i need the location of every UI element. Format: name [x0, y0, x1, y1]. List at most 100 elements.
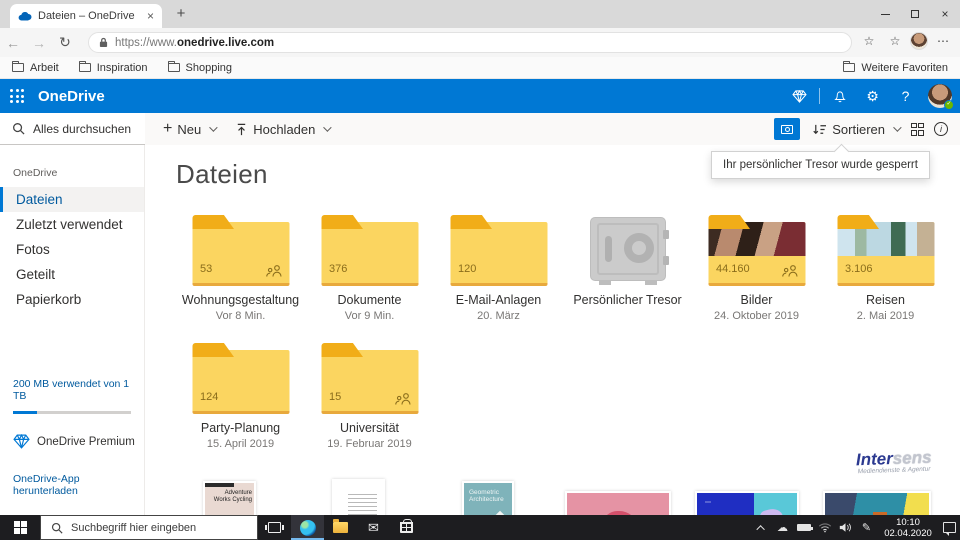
- add-favorite-star-icon[interactable]: ☆: [858, 34, 880, 48]
- mail-button[interactable]: ✉: [357, 515, 390, 540]
- clock-date: 02.04.2020: [884, 527, 932, 539]
- chevron-down-icon: [209, 123, 218, 132]
- sidebar-item-geteilt[interactable]: Geteilt: [0, 262, 144, 287]
- onedrive-app-title[interactable]: OneDrive: [38, 88, 105, 105]
- folder-icon: 124: [192, 343, 289, 414]
- file-thumbnail[interactable]: [695, 491, 799, 515]
- chevron-down-icon: [893, 123, 902, 132]
- personal-vault-button[interactable]: [774, 118, 801, 140]
- minimize-button[interactable]: [870, 0, 900, 28]
- app-launcher-icon[interactable]: [0, 79, 34, 113]
- new-button[interactable]: + Neu: [153, 113, 225, 145]
- folder-date: Vor 9 Min.: [344, 310, 395, 322]
- favorite-item[interactable]: Inspiration: [78, 61, 148, 74]
- folder-icon: 44.160: [708, 215, 805, 286]
- favorites-hub-icon[interactable]: ☆: [884, 34, 906, 48]
- upload-button[interactable]: Hochladen: [225, 113, 339, 145]
- help-icon[interactable]: ?: [889, 79, 922, 113]
- tray-chevron-up-icon[interactable]: [751, 524, 772, 534]
- sidebar-item-dateien[interactable]: Dateien: [0, 187, 144, 212]
- folder-tile[interactable]: 15 Universität 19. Februar 2019: [305, 337, 434, 461]
- file-thumbnail[interactable]: Geometric Architecture: [462, 481, 514, 515]
- store-button[interactable]: [390, 515, 423, 540]
- folder-item-count: 15: [329, 391, 342, 403]
- folder-icon: [167, 61, 180, 72]
- more-favorites-button[interactable]: Weitere Favoriten: [843, 61, 948, 74]
- system-tray: ☁ ✎ 10:10 02.04.2020: [751, 515, 960, 540]
- file-thumbnail[interactable]: [823, 491, 931, 515]
- close-button[interactable]: ×: [930, 0, 960, 28]
- file-explorer-icon: [333, 519, 348, 533]
- favorite-item[interactable]: Arbeit: [12, 61, 59, 74]
- favorites-items: Arbeit Inspiration Shopping: [12, 61, 232, 74]
- taskbar-clock[interactable]: 10:10 02.04.2020: [877, 517, 939, 539]
- sidebar-item-papierkorb[interactable]: Papierkorb: [0, 287, 144, 312]
- storage-progress-fill: [13, 411, 37, 414]
- sidebar-item-label: Zuletzt verwendet: [16, 217, 123, 232]
- details-info-icon[interactable]: i: [934, 122, 948, 136]
- storage-progress-bar: [13, 411, 131, 414]
- action-center-button[interactable]: [939, 522, 960, 536]
- onedrive-cloud-tray-icon[interactable]: ☁: [772, 521, 793, 534]
- premium-gem-icon[interactable]: [783, 79, 816, 113]
- new-label: Neu: [177, 121, 202, 137]
- sidebar-item-fotos[interactable]: Fotos: [0, 237, 144, 262]
- browser-profile-avatar[interactable]: [910, 32, 928, 50]
- sort-label: Sortieren: [832, 121, 885, 137]
- folder-tile[interactable]: 44.160 Bilder 24. Oktober 2019: [692, 209, 821, 333]
- file-thumbnail[interactable]: [565, 491, 671, 515]
- premium-button[interactable]: OneDrive Premium: [13, 434, 145, 449]
- shared-people-icon: [781, 265, 798, 277]
- folder-icon-area: 44.160: [692, 209, 821, 289]
- folder-tile[interactable]: 124 Party-Planung 15. April 2019: [176, 337, 305, 461]
- folder-tile[interactable]: 120 E-Mail-Anlagen 20. März: [434, 209, 563, 333]
- back-button[interactable]: ←: [0, 35, 26, 51]
- favorite-label: Arbeit: [30, 61, 59, 74]
- sidebar-section-label: OneDrive: [13, 167, 58, 179]
- maximize-icon: [911, 10, 919, 18]
- thumbnail-title: Geometric Architecture: [469, 489, 504, 503]
- volume-icon[interactable]: [835, 522, 856, 533]
- tab-close-icon[interactable]: ×: [147, 9, 154, 23]
- start-button[interactable]: [0, 515, 40, 540]
- view-grid-icon[interactable]: [911, 122, 924, 136]
- settings-gear-icon[interactable]: ⚙: [856, 79, 889, 113]
- upload-icon: [235, 123, 248, 136]
- favorite-item[interactable]: Shopping: [167, 61, 232, 74]
- search-box[interactable]: Alles durchsuchen: [0, 113, 145, 145]
- task-view-button[interactable]: [258, 515, 291, 540]
- folder-icon: 53: [192, 215, 289, 286]
- browser-tab[interactable]: Dateien – OneDrive ×: [10, 4, 162, 28]
- folder-name: Party-Planung: [200, 421, 281, 435]
- new-tab-button[interactable]: +: [170, 5, 192, 22]
- account-avatar[interactable]: ✓: [928, 84, 954, 110]
- url-text: https://www.onedrive.live.com: [115, 36, 275, 49]
- address-bar[interactable]: https://www.onedrive.live.com: [88, 32, 852, 53]
- battery-icon[interactable]: [793, 524, 814, 531]
- folder-icon: [843, 61, 856, 72]
- sidebar-item-zuletzt-verwendet[interactable]: Zuletzt verwendet: [0, 212, 144, 237]
- sort-button[interactable]: Sortieren: [810, 113, 902, 145]
- edge-taskbar-button[interactable]: [291, 515, 324, 540]
- folder-tile[interactable]: 3.106 Reisen 2. Mai 2019: [821, 209, 950, 333]
- action-center-icon: [943, 522, 956, 536]
- taskbar-search-box[interactable]: Suchbegriff hier eingeben: [40, 515, 258, 540]
- maximize-button[interactable]: [900, 0, 930, 28]
- folder-name: Bilder: [740, 293, 773, 307]
- wifi-icon[interactable]: [814, 522, 835, 533]
- file-thumbnail[interactable]: Adventure Works Cycling: [203, 481, 256, 515]
- taskbar-search-placeholder: Suchbegriff hier eingeben: [71, 521, 197, 534]
- file-explorer-button[interactable]: [324, 515, 357, 540]
- browser-menu-icon[interactable]: ⋯: [932, 34, 954, 48]
- folder-tile[interactable]: 376 Dokumente Vor 9 Min.: [305, 209, 434, 333]
- refresh-button[interactable]: ↻: [52, 34, 78, 51]
- storage-usage-link[interactable]: 200 MB verwendet von 1 TB: [13, 378, 145, 402]
- main-content: Dateien 53 Wohnungsgestaltung Vor 8 Min.…: [145, 145, 960, 515]
- folder-tile[interactable]: 53 Wohnungsgestaltung Vor 8 Min.: [176, 209, 305, 333]
- windows-ink-pen-icon[interactable]: ✎: [856, 521, 877, 534]
- forward-button[interactable]: →: [26, 35, 52, 51]
- file-thumbnail[interactable]: [332, 479, 385, 515]
- notifications-bell-icon[interactable]: [823, 79, 856, 113]
- app-download-link[interactable]: OneDrive-App herunterladen: [13, 473, 145, 497]
- folder-tile[interactable]: Persönlicher Tresor: [563, 209, 692, 333]
